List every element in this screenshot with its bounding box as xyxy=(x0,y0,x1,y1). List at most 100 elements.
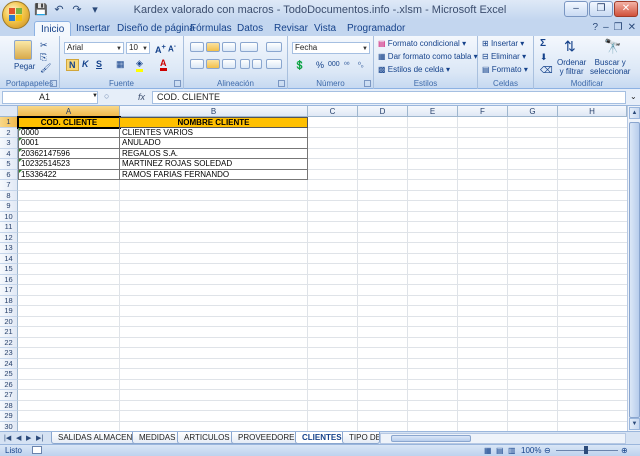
sheet-tab-clientes[interactable]: CLIENTES xyxy=(295,432,349,444)
decrease-decimal-icon[interactable]: ⁰₀ xyxy=(358,61,364,69)
row-header[interactable]: 12 xyxy=(0,232,18,243)
wrap-text-icon[interactable] xyxy=(266,42,282,52)
dialog-launcher-icon[interactable] xyxy=(278,80,285,87)
page-layout-view-icon[interactable]: ▤ xyxy=(496,445,504,456)
underline-button[interactable]: S xyxy=(96,59,102,69)
horizontal-scrollbar[interactable] xyxy=(380,433,626,444)
row-header[interactable]: 18 xyxy=(0,295,18,306)
name-box[interactable]: A1 xyxy=(2,91,98,104)
ribbon-restore-icon[interactable]: ❐ xyxy=(614,22,623,33)
row-header[interactable]: 24 xyxy=(0,358,18,369)
table-cell-code[interactable]: 0000 xyxy=(18,127,120,138)
ribbon-minimize-icon[interactable]: – xyxy=(603,22,609,33)
italic-button[interactable]: K xyxy=(82,59,89,69)
macro-record-icon[interactable] xyxy=(32,446,42,454)
help-icon[interactable]: ? xyxy=(593,22,599,33)
tab-vista[interactable]: Vista xyxy=(308,21,342,36)
delete-cells-button[interactable]: ⊟ Eliminar ▾ xyxy=(482,52,526,61)
sort-filter-button[interactable]: Ordenar y filtrar xyxy=(557,58,586,76)
conditional-format-button[interactable]: ▤ Formato condicional ▾ xyxy=(378,39,466,48)
insert-cells-button[interactable]: ⊞ Insertar ▾ xyxy=(482,39,524,48)
row-header[interactable]: 16 xyxy=(0,274,18,285)
prev-sheet-icon[interactable]: ◀ xyxy=(16,434,21,442)
row-header[interactable]: 23 xyxy=(0,348,18,359)
table-cell-name[interactable]: REGALOS S.A. xyxy=(119,148,308,159)
paste-icon[interactable] xyxy=(14,40,32,60)
row-header[interactable]: 8 xyxy=(0,190,18,201)
restore-button[interactable]: ❐ xyxy=(589,1,613,17)
table-cell-code[interactable]: 10232514523 xyxy=(18,159,120,170)
font-size-select[interactable]: 10 ▼ xyxy=(126,42,150,54)
formula-input[interactable]: COD. CLIENTE xyxy=(152,91,626,104)
worksheet-grid[interactable]: A B C D E F G H 1 2 3 4 5 6 7 8 9 10 11 12 13 14 15 16 1… xyxy=(0,106,627,431)
sheet-tab-medidas[interactable]: MEDIDAS xyxy=(132,432,183,444)
orientation-icon[interactable] xyxy=(240,42,258,52)
row-header[interactable]: 22 xyxy=(0,337,18,348)
paste-label[interactable]: Pegar xyxy=(14,62,35,71)
tab-programador[interactable]: Programador xyxy=(341,21,411,36)
table-cell-name[interactable]: CLIENTES VARIOS xyxy=(119,127,308,138)
column-header-d[interactable]: D xyxy=(358,106,408,117)
row-header[interactable]: 15 xyxy=(0,264,18,275)
sheet-tab-salidas-almacen[interactable]: SALIDAS ALMACEN xyxy=(51,432,140,444)
last-sheet-icon[interactable]: ▶| xyxy=(36,434,43,442)
column-header-b[interactable]: B xyxy=(120,106,308,117)
scroll-down-icon[interactable]: ▼ xyxy=(629,418,640,430)
scroll-up-icon[interactable]: ▲ xyxy=(629,107,640,119)
cell-b1[interactable]: NOMBRE CLIENTE xyxy=(119,117,308,128)
row-header[interactable]: 21 xyxy=(0,327,18,338)
decrease-indent-icon[interactable] xyxy=(240,59,250,69)
table-cell-code[interactable]: 20362147596 xyxy=(18,148,120,159)
format-cells-button[interactable]: ▤ Formato ▾ xyxy=(482,65,528,74)
formula-bar-expand-icon[interactable]: ⌄ xyxy=(630,92,637,101)
row-header[interactable]: 17 xyxy=(0,285,18,296)
name-box-dropdown-icon[interactable]: ▼ xyxy=(92,93,98,99)
tab-insertar[interactable]: Insertar xyxy=(70,21,116,36)
align-middle-icon[interactable] xyxy=(206,42,220,52)
insert-function-button[interactable]: fx xyxy=(138,92,145,102)
font-color-icon[interactable]: A xyxy=(160,58,167,71)
row-header[interactable]: 6 xyxy=(0,169,18,180)
select-all-button[interactable] xyxy=(0,106,18,117)
format-as-table-button[interactable]: ▦ Dar formato como tabla ▾ xyxy=(378,52,478,61)
currency-icon[interactable]: 💲 xyxy=(294,60,305,71)
normal-view-icon[interactable]: ▦ xyxy=(484,445,492,456)
borders-icon[interactable]: ▦ xyxy=(116,59,125,70)
dialog-launcher-icon[interactable] xyxy=(364,80,371,87)
zoom-in-icon[interactable]: ⊕ xyxy=(621,445,628,456)
vertical-scrollbar[interactable]: ▲ ▼ xyxy=(627,106,640,431)
row-header[interactable]: 11 xyxy=(0,222,18,233)
table-cell-name[interactable]: ANULADO xyxy=(119,138,308,149)
zoom-level[interactable]: 100% xyxy=(521,445,541,456)
row-header[interactable]: 9 xyxy=(0,201,18,212)
row-header[interactable]: 28 xyxy=(0,400,18,411)
row-header[interactable]: 14 xyxy=(0,253,18,264)
cut-icon[interactable]: ✂ xyxy=(40,40,48,51)
align-right-icon[interactable] xyxy=(222,59,236,69)
column-header-a[interactable]: A xyxy=(18,106,120,117)
merge-center-icon[interactable] xyxy=(266,59,282,69)
column-header-f[interactable]: F xyxy=(458,106,508,117)
autosum-button[interactable]: Σ xyxy=(540,38,546,49)
vertical-scroll-thumb[interactable] xyxy=(629,122,640,418)
table-cell-name[interactable]: MARTINEZ ROJAS SOLEDAD xyxy=(119,159,308,170)
sheet-tab-articulos[interactable]: ARTICULOS xyxy=(177,432,237,444)
table-cell-code[interactable]: 15336422 xyxy=(18,169,120,180)
find-select-icon[interactable]: 🔭 xyxy=(604,38,621,55)
tab-formulas[interactable]: Fórmulas xyxy=(184,21,238,36)
row-header[interactable]: 25 xyxy=(0,369,18,380)
table-cell-name[interactable]: RAMOS FARIAS FERNANDO xyxy=(119,169,308,180)
row-header[interactable]: 10 xyxy=(0,211,18,222)
format-painter-icon[interactable]: 🖌 xyxy=(40,63,51,74)
find-select-button[interactable]: Buscar y seleccionar xyxy=(590,58,630,76)
bold-button[interactable]: N xyxy=(66,59,79,71)
increase-indent-icon[interactable] xyxy=(252,59,262,69)
thousands-button[interactable]: 000 xyxy=(328,61,340,68)
row-header[interactable]: 20 xyxy=(0,316,18,327)
row-header[interactable]: 30 xyxy=(0,421,18,431)
column-header-g[interactable]: G xyxy=(508,106,558,117)
grow-font-icon[interactable]: A+ xyxy=(155,42,166,55)
row-header[interactable]: 3 xyxy=(0,138,18,149)
align-bottom-icon[interactable] xyxy=(222,42,236,52)
formula-expand-icon[interactable]: ○ xyxy=(104,91,109,101)
